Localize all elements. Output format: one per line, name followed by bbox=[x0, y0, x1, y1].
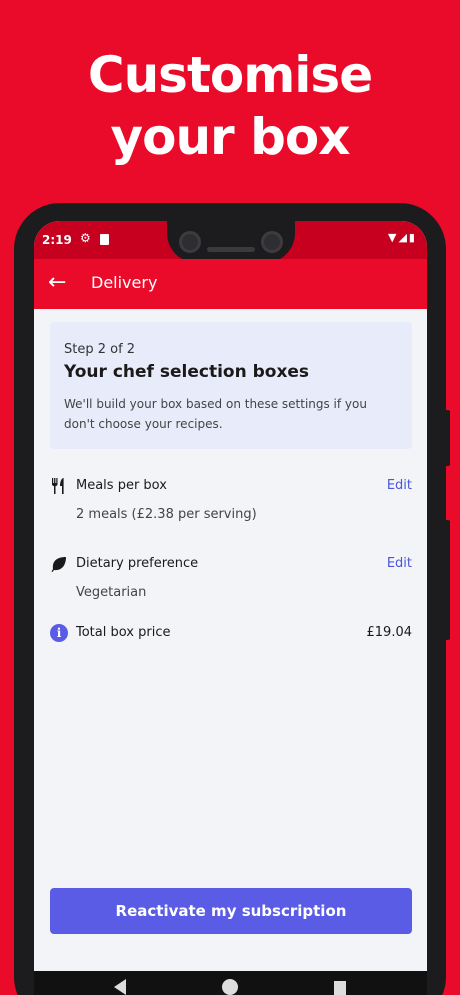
settings-gear-icon: ⚙ bbox=[80, 231, 91, 245]
step-description: We'll build your box based on these sett… bbox=[64, 397, 367, 431]
status-time: 2:19 bbox=[42, 233, 72, 247]
meals-value: 2 meals (£2.38 per serving) bbox=[76, 507, 257, 522]
front-sensor-icon bbox=[261, 231, 283, 253]
dietary-value: Vegetarian bbox=[76, 585, 147, 600]
dietary-title: Dietary preference bbox=[76, 556, 199, 571]
total-title: Total box price bbox=[76, 625, 171, 640]
promo-headline: Customise your box bbox=[0, 44, 460, 168]
nav-back-icon[interactable] bbox=[114, 979, 126, 995]
step-title: Your chef selection boxes bbox=[64, 362, 310, 382]
nav-home-icon[interactable] bbox=[222, 979, 238, 995]
step-label: Step 2 of 2 bbox=[64, 342, 136, 357]
back-arrow-icon[interactable]: ← bbox=[48, 271, 66, 295]
front-camera-icon bbox=[179, 231, 201, 253]
signal-battery-icons: ▼◢▮ bbox=[388, 231, 417, 244]
camera-notch bbox=[167, 221, 295, 263]
earpiece-speaker bbox=[207, 247, 255, 252]
dietary-preference-row: Dietary preference Edit Vegetarian bbox=[50, 555, 412, 603]
nav-recents-icon[interactable] bbox=[334, 981, 346, 995]
step-info-card: Step 2 of 2 Your chef selection boxes We… bbox=[50, 322, 412, 449]
phone-volume-button bbox=[442, 520, 450, 640]
meals-per-box-row: Meals per box Edit 2 meals (£2.38 per se… bbox=[50, 477, 412, 525]
app-screen: 2:19 ⚙ ▼◢▮ ← Delivery Step 2 of 2 Your c… bbox=[34, 221, 427, 995]
meals-title: Meals per box bbox=[76, 478, 167, 493]
total-price-row: i Total box price £19.04 bbox=[50, 624, 412, 644]
app-bar: ← Delivery bbox=[34, 259, 427, 309]
edit-meals-link[interactable]: Edit bbox=[387, 478, 412, 493]
info-icon: i bbox=[50, 624, 68, 642]
phone-power-button bbox=[442, 410, 450, 466]
total-price-value: £19.04 bbox=[366, 625, 413, 640]
fork-knife-icon bbox=[52, 478, 64, 494]
headline-line-1: Customise bbox=[87, 46, 373, 104]
leaf-icon bbox=[51, 557, 66, 572]
android-nav-bar bbox=[34, 971, 427, 995]
sd-card-icon bbox=[100, 234, 109, 245]
headline-line-2: your box bbox=[110, 108, 351, 166]
reactivate-subscription-button[interactable]: Reactivate my subscription bbox=[50, 888, 412, 934]
edit-dietary-link[interactable]: Edit bbox=[387, 556, 412, 571]
app-bar-title: Delivery bbox=[91, 273, 158, 292]
